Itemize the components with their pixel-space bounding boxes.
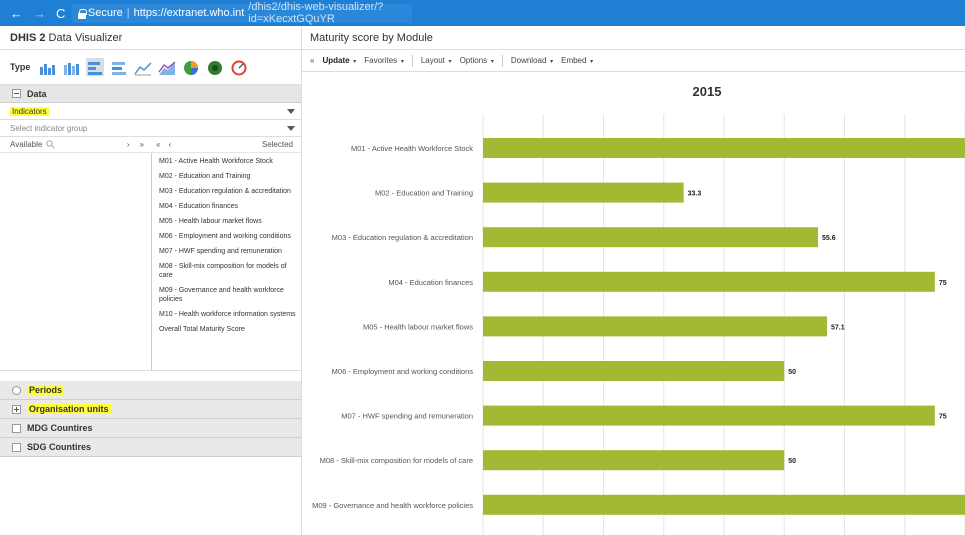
available-label: Available xyxy=(10,140,43,149)
app-title: DHIS 2 Data Visualizer xyxy=(0,26,301,50)
category-label: M04 - Education finances xyxy=(388,278,473,287)
embed-menu[interactable]: Embed ▾ xyxy=(561,56,593,65)
back-icon[interactable]: ← xyxy=(10,6,23,21)
stacked-bar-icon[interactable] xyxy=(110,58,128,76)
list-item[interactable]: M07 - HWF spending and remuneration xyxy=(156,247,297,256)
list-item[interactable]: M05 - Health labour market flows xyxy=(156,217,297,226)
category-label: M07 - HWF spending and remuneration xyxy=(341,412,473,421)
checkbox-icon xyxy=(12,442,21,452)
bar[interactable] xyxy=(483,361,785,381)
org-units-section[interactable]: Organisation units xyxy=(0,400,301,419)
reload-icon[interactable]: C xyxy=(56,6,65,21)
list-item[interactable]: M08 - Skill-mix composition for models o… xyxy=(156,262,297,280)
bar[interactable] xyxy=(483,405,935,426)
right-panel: Maturity score by Module « Update ▾ Favo… xyxy=(302,26,965,535)
expand-icon xyxy=(12,404,21,414)
bar[interactable] xyxy=(483,182,684,203)
favorites-menu[interactable]: Favorites ▾ xyxy=(364,56,404,65)
checkbox-icon xyxy=(12,423,21,433)
data-label: 75 xyxy=(939,414,947,421)
collapse-left-icon[interactable]: « xyxy=(310,56,314,65)
list-item[interactable]: M10 - Health workforce information syste… xyxy=(156,310,297,319)
list-item[interactable]: M09 - Governance and health workforce po… xyxy=(156,286,297,304)
bar[interactable] xyxy=(483,138,965,158)
download-menu[interactable]: Download ▾ xyxy=(511,56,553,65)
category-label: M03 - Education regulation & accreditati… xyxy=(332,233,473,242)
bar-chart: 2015 M01 - Active Health Workforce Stock… xyxy=(312,84,965,535)
forward-icon[interactable]: → xyxy=(33,6,46,21)
data-label: 75 xyxy=(939,280,947,287)
bar[interactable] xyxy=(483,494,965,515)
move-right-icon[interactable]: › xyxy=(127,140,130,149)
category-label: M06 - Employment and working conditions xyxy=(332,367,474,376)
favorite-title: Maturity score by Module xyxy=(302,26,965,50)
chevron-down-icon xyxy=(287,125,295,131)
list-item[interactable]: M02 - Education and Training xyxy=(156,172,297,181)
options-menu[interactable]: Options ▾ xyxy=(460,56,494,65)
chart-title: 2015 xyxy=(693,84,722,99)
url-path: /dhis2/dhis-web-visualizer/?id=xKecxtGQu… xyxy=(248,1,384,25)
list-item[interactable]: M06 - Employment and working conditions xyxy=(156,232,297,241)
collapse-icon xyxy=(12,89,21,98)
list-item[interactable]: M04 - Education finances xyxy=(156,202,297,211)
type-label: Type xyxy=(10,62,31,72)
move-left-icon[interactable]: ‹ xyxy=(168,140,171,149)
move-all-left-icon[interactable]: « xyxy=(156,140,160,149)
address-bar[interactable]: Secure | https://extranet.who.int/dhis2/… xyxy=(72,1,412,25)
clock-icon xyxy=(12,385,21,395)
move-all-right-icon[interactable]: » xyxy=(140,140,144,149)
category-label: M01 - Active Health Workforce Stock xyxy=(351,144,473,153)
available-list[interactable] xyxy=(0,153,152,370)
selected-label: Selected xyxy=(261,140,293,149)
viz-toolbar: « Update ▾ Favorites ▾ Layout ▾ Options … xyxy=(302,50,965,72)
list-item[interactable]: M01 - Active Health Workforce Stock xyxy=(156,157,297,166)
chart-type-bar: Type xyxy=(0,50,301,85)
selected-list[interactable]: M01 - Active Health Workforce Stock M02 … xyxy=(152,153,301,370)
data-label: 50 xyxy=(788,369,796,376)
line-chart-icon[interactable] xyxy=(134,58,152,76)
available-selected-header: Available › » « ‹ Selected xyxy=(0,137,301,153)
column-chart-icon[interactable] xyxy=(38,58,56,76)
bar-chart-icon[interactable] xyxy=(86,58,105,76)
gauge-chart-icon[interactable] xyxy=(230,58,248,76)
update-button[interactable]: Update ▾ xyxy=(322,56,356,65)
area-chart-icon[interactable] xyxy=(158,58,176,76)
bar[interactable] xyxy=(483,227,818,248)
list-item[interactable]: Overall Total Maturity Score xyxy=(156,325,297,334)
indicators-dropdown[interactable]: Indicators xyxy=(0,103,301,120)
indicator-group-select[interactable]: Select indicator group xyxy=(0,120,301,137)
category-label: M08 - Skill-mix composition for models o… xyxy=(320,456,473,465)
category-label: M09 - Governance and health workforce po… xyxy=(312,501,473,510)
category-label: M05 - Health labour market flows xyxy=(363,322,473,331)
layout-menu[interactable]: Layout ▾ xyxy=(421,56,452,65)
data-label: 55.6 xyxy=(822,235,836,242)
data-label: 33.3 xyxy=(688,191,702,198)
search-icon[interactable] xyxy=(46,140,56,149)
bar[interactable] xyxy=(483,271,935,292)
left-panel: DHIS 2 Data Visualizer Type Data Indicat… xyxy=(0,26,302,535)
secure-label: Secure xyxy=(87,7,123,19)
data-label: 57.1 xyxy=(831,324,845,331)
lock-icon xyxy=(78,8,87,19)
bar[interactable] xyxy=(483,316,828,337)
stacked-column-icon[interactable] xyxy=(62,58,80,76)
browser-toolbar: ← → C Secure | https://extranet.who.int /… xyxy=(0,0,965,26)
category-label: M02 - Education and Training xyxy=(375,189,473,198)
url-host: https://extranet.who.int xyxy=(133,7,245,19)
chevron-down-icon xyxy=(287,108,295,114)
data-section-header[interactable]: Data xyxy=(0,85,301,103)
periods-section[interactable]: Periods xyxy=(0,381,301,400)
bar[interactable] xyxy=(483,450,785,471)
mdg-section[interactable]: MDG Countires xyxy=(0,419,301,438)
list-item[interactable]: M03 - Education regulation & accreditati… xyxy=(156,187,297,196)
data-label: 50 xyxy=(788,458,796,465)
pie-chart-icon[interactable] xyxy=(182,58,200,76)
sdg-section[interactable]: SDG Countires xyxy=(0,438,301,457)
radar-chart-icon[interactable] xyxy=(206,58,224,76)
